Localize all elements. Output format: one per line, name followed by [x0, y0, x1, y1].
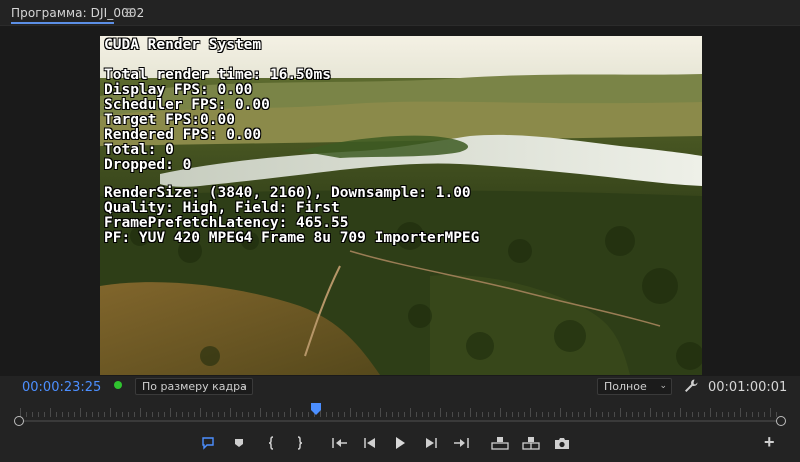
play-icon	[396, 437, 405, 449]
wrench-icon[interactable]	[683, 378, 699, 394]
overlay-line: Total render time: 16.50ms	[104, 67, 331, 83]
marker-icon	[235, 439, 243, 447]
step-back-icon	[364, 438, 375, 448]
overlay-line: Quality: High, Field: First	[104, 200, 340, 216]
video-monitor: CUDA Render System Total render time: 16…	[0, 26, 800, 376]
playback-quality-select[interactable]: Полное ⌄	[597, 378, 672, 395]
duration-timecode: 00:01:00:01	[708, 380, 788, 395]
add-button-icon[interactable]: +	[764, 433, 778, 451]
extract-button[interactable]	[521, 433, 541, 453]
mark-out-button[interactable]	[289, 433, 309, 453]
playhead[interactable]	[311, 403, 322, 415]
go-to-in-icon	[332, 438, 347, 448]
overlay-line: Dropped: 0	[104, 157, 192, 173]
render-stats-overlay: CUDA Render System Total render time: 16…	[104, 36, 479, 302]
overlay-line: RenderSize: (3840, 2160), Downsample: 1.…	[104, 185, 471, 201]
current-timecode[interactable]: 00:00:23:25	[22, 380, 101, 395]
add-marker-button[interactable]	[198, 433, 218, 453]
overlay-line: Target FPS:0.00	[104, 112, 235, 128]
panel-header: Программа: DJI_0002 ☰	[0, 0, 800, 26]
overlay-line: Display FPS: 0.00	[104, 82, 253, 98]
mark-out-icon	[297, 436, 303, 450]
overlay-line: Scheduler FPS: 0.00	[104, 97, 270, 113]
scroll-handle-right[interactable]	[776, 416, 786, 426]
go-to-out-icon	[454, 438, 469, 448]
chevron-down-icon: ⌄	[240, 381, 248, 391]
go-to-out-button[interactable]	[451, 433, 471, 453]
lift-button[interactable]	[490, 433, 510, 453]
active-tab-indicator	[11, 22, 114, 24]
add-marker-button-2[interactable]	[229, 433, 249, 453]
step-forward-icon	[426, 438, 437, 448]
extract-icon	[522, 437, 540, 450]
transport-controls	[0, 433, 800, 455]
overlay-line: FramePrefetchLatency: 465.55	[104, 215, 349, 231]
step-forward-button[interactable]	[421, 433, 441, 453]
overlay-line: CUDA Render System	[104, 37, 262, 53]
export-frame-button[interactable]	[552, 433, 572, 453]
overlay-line: Total: 0	[104, 142, 174, 158]
scroll-handle-left[interactable]	[14, 416, 24, 426]
lift-icon	[491, 437, 509, 450]
step-back-button[interactable]	[360, 433, 380, 453]
zoom-scroll-track[interactable]	[20, 420, 780, 422]
program-monitor-panel: Программа: DJI_0002 ☰ CUDA Render System…	[0, 0, 800, 462]
camera-icon	[555, 438, 569, 449]
play-button[interactable]	[390, 433, 410, 453]
hamburger-icon[interactable]: ☰	[124, 6, 138, 20]
mark-in-button[interactable]	[262, 433, 282, 453]
overlay-line: Rendered FPS: 0.00	[104, 127, 262, 143]
playback-quality-value: Полное	[604, 380, 647, 393]
go-to-in-button[interactable]	[330, 433, 350, 453]
chevron-down-icon: ⌄	[659, 381, 667, 391]
status-indicator-icon	[114, 381, 122, 389]
zoom-fit-value: По размеру кадра	[142, 380, 247, 393]
marker-comment-icon	[202, 437, 214, 450]
video-frame[interactable]: CUDA Render System Total render time: 16…	[100, 36, 702, 375]
overlay-line: PF: YUV 420 MPEG4 Frame 8u 709 ImporterM…	[104, 230, 480, 246]
zoom-fit-select[interactable]: По размеру кадра ⌄	[135, 378, 253, 395]
time-ruler[interactable]	[20, 403, 780, 417]
mark-in-icon	[268, 436, 274, 450]
